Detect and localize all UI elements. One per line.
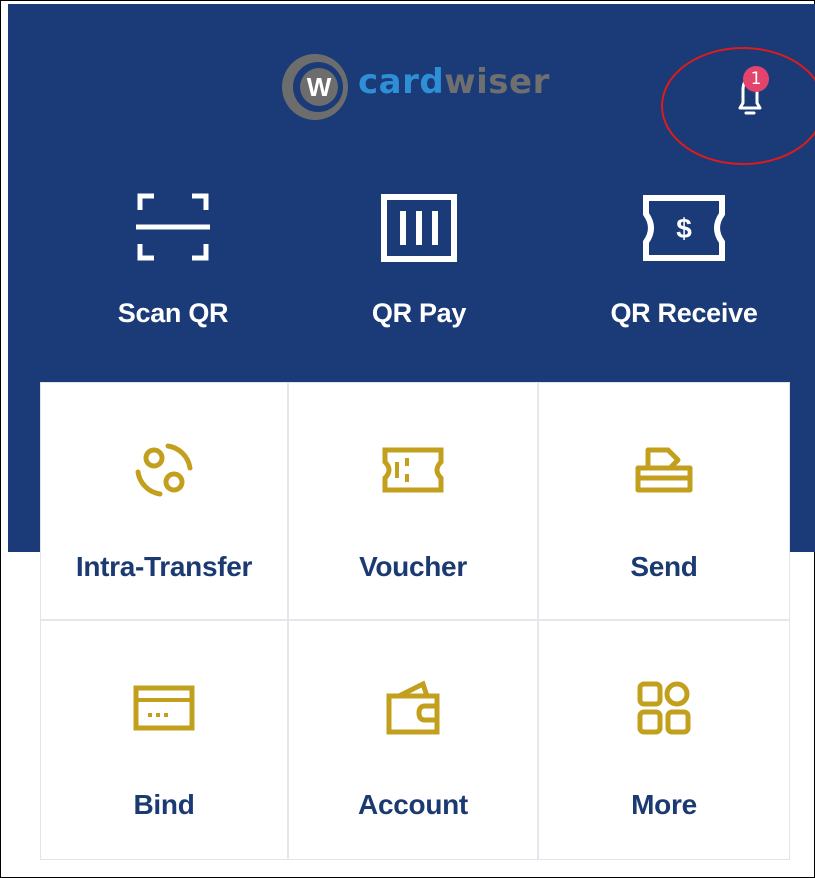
voucher-icon xyxy=(382,447,444,493)
qr-receive-icon: $ xyxy=(643,195,725,261)
account-label: Account xyxy=(358,789,468,820)
intra-transfer-button[interactable]: Intra-Transfer xyxy=(41,383,289,621)
logo-text-card: card xyxy=(358,62,445,102)
voucher-label: Voucher xyxy=(359,551,467,582)
qr-receive-button[interactable]: $ QR Receive xyxy=(569,194,799,329)
qr-receive-label: QR Receive xyxy=(610,298,758,328)
send-button[interactable]: Send xyxy=(539,383,789,621)
svg-text:W: W xyxy=(307,72,332,102)
scan-qr-icon xyxy=(136,193,210,261)
transfer-icon xyxy=(135,443,193,497)
qr-pay-label: QR Pay xyxy=(371,298,467,328)
scan-qr-label: Scan QR xyxy=(117,298,229,328)
svg-text:$: $ xyxy=(676,213,692,244)
card-icon xyxy=(133,685,195,731)
qr-pay-button[interactable]: QR Pay xyxy=(304,194,534,329)
more-button[interactable]: More xyxy=(539,621,789,859)
bind-label: Bind xyxy=(133,789,195,820)
voucher-button[interactable]: Voucher xyxy=(289,383,539,621)
send-label: Send xyxy=(630,551,698,582)
services-grid: Intra-Transfer Voucher Send Bind Account… xyxy=(40,382,790,860)
annotation-ellipse xyxy=(661,47,815,165)
qr-pay-icon xyxy=(381,194,457,262)
app-logo: W cardwiser xyxy=(280,52,550,122)
scan-qr-button[interactable]: Scan QR xyxy=(58,192,288,329)
bind-button[interactable]: Bind xyxy=(41,621,289,859)
more-label: More xyxy=(631,789,697,820)
wallet-icon xyxy=(386,680,440,735)
account-button[interactable]: Account xyxy=(289,621,539,859)
logo-wordmark: cardwiser xyxy=(358,62,550,102)
logo-text-wiser: wiser xyxy=(444,62,550,102)
intra-transfer-label: Intra-Transfer xyxy=(75,551,253,582)
cardwiser-logo-icon: W xyxy=(282,54,348,120)
send-icon xyxy=(635,447,693,493)
more-icon xyxy=(637,681,691,735)
